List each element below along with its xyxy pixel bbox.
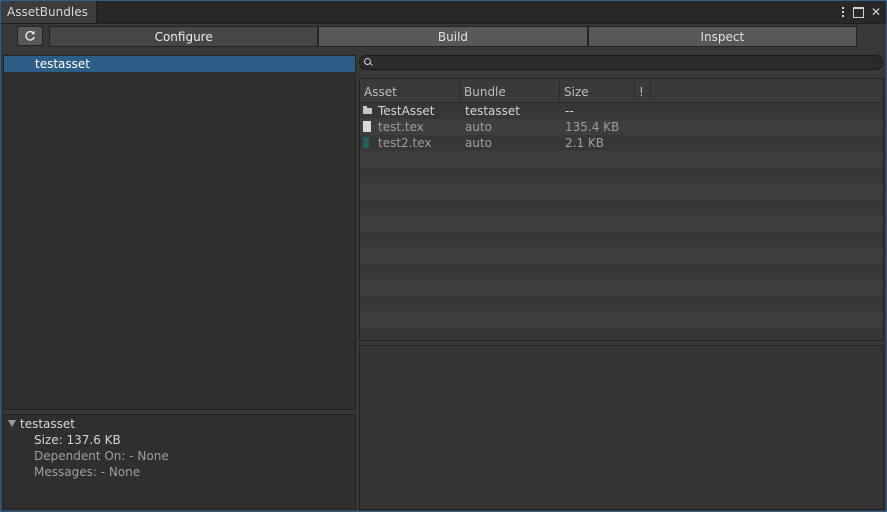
table-row[interactable]: test.tex auto 135.4 KB bbox=[360, 119, 883, 135]
asset-bundles-window: AssetBundles ✕ Configure Build Inspect t… bbox=[0, 0, 887, 512]
tab-build[interactable]: Build bbox=[318, 26, 588, 47]
column-divider[interactable] bbox=[650, 81, 651, 100]
column-header-size[interactable]: Size bbox=[564, 85, 589, 99]
empty-row bbox=[360, 215, 883, 231]
bundle-detail-panel: testasset Size: 137.6 KB Dependent On: -… bbox=[3, 414, 356, 509]
table-row[interactable]: test2.tex auto 2.1 KB bbox=[360, 135, 883, 151]
asset-list-header: Asset Bundle Size ! bbox=[360, 79, 883, 103]
bundle-tree-panel: testasset bbox=[3, 55, 356, 410]
asset-bundle: auto bbox=[465, 120, 493, 134]
close-icon[interactable]: ✕ bbox=[870, 5, 882, 19]
column-header-bundle[interactable]: Bundle bbox=[464, 85, 506, 99]
asset-name: test.tex bbox=[378, 120, 424, 134]
empty-row bbox=[360, 295, 883, 311]
bundle-size-label: Size: 137.6 KB bbox=[34, 433, 121, 447]
bundle-dependencies-label: Dependent On: - None bbox=[34, 449, 169, 463]
empty-row bbox=[360, 199, 883, 215]
empty-row bbox=[360, 311, 883, 327]
empty-row bbox=[360, 279, 883, 295]
empty-row bbox=[360, 151, 883, 167]
empty-row bbox=[360, 247, 883, 263]
more-options-icon[interactable] bbox=[840, 5, 846, 19]
window-controls: ✕ bbox=[840, 3, 882, 21]
column-header-asset[interactable]: Asset bbox=[364, 85, 397, 99]
column-header-warnings[interactable]: ! bbox=[639, 85, 644, 99]
texture-file-icon bbox=[363, 137, 369, 148]
column-divider[interactable] bbox=[459, 81, 460, 100]
column-divider[interactable] bbox=[559, 81, 560, 100]
tab-configure[interactable]: Configure bbox=[49, 26, 319, 47]
folder-icon bbox=[363, 106, 372, 114]
asset-list-rows: TestAsset testasset -- test.tex auto 135… bbox=[360, 103, 883, 327]
texture-file-icon bbox=[363, 121, 371, 132]
asset-bundle: testasset bbox=[465, 104, 520, 118]
column-divider[interactable] bbox=[634, 81, 635, 100]
asset-size: 135.4 KB bbox=[565, 120, 620, 134]
asset-size: -- bbox=[565, 104, 574, 118]
empty-row bbox=[360, 183, 883, 199]
refresh-button[interactable] bbox=[17, 26, 43, 46]
bundle-detail-header[interactable]: testasset bbox=[8, 417, 75, 431]
asset-name: test2.tex bbox=[378, 136, 432, 150]
empty-row bbox=[360, 231, 883, 247]
empty-row bbox=[360, 263, 883, 279]
asset-size: 2.1 KB bbox=[565, 136, 604, 150]
asset-list-panel: Asset Bundle Size ! TestAsset testasset … bbox=[359, 78, 884, 341]
window-tab[interactable]: AssetBundles bbox=[1, 1, 97, 23]
foldout-arrow-icon[interactable] bbox=[8, 420, 16, 427]
bundle-tree-item[interactable]: testasset bbox=[4, 56, 355, 72]
bundle-messages-label: Messages: - None bbox=[34, 465, 141, 479]
refresh-icon bbox=[25, 30, 35, 41]
asset-name: TestAsset bbox=[378, 104, 435, 118]
mode-toolbar: Configure Build Inspect bbox=[49, 26, 857, 47]
title-bar: AssetBundles ✕ bbox=[1, 1, 886, 24]
maximize-icon[interactable] bbox=[852, 5, 864, 19]
search-icon bbox=[364, 58, 371, 65]
bundle-detail-title: testasset bbox=[20, 417, 75, 431]
tab-inspect[interactable]: Inspect bbox=[587, 26, 857, 47]
empty-row bbox=[360, 167, 883, 183]
table-row[interactable]: TestAsset testasset -- bbox=[360, 103, 883, 119]
asset-search-input[interactable] bbox=[359, 55, 883, 70]
asset-detail-panel bbox=[359, 345, 884, 510]
asset-bundle: auto bbox=[465, 136, 493, 150]
